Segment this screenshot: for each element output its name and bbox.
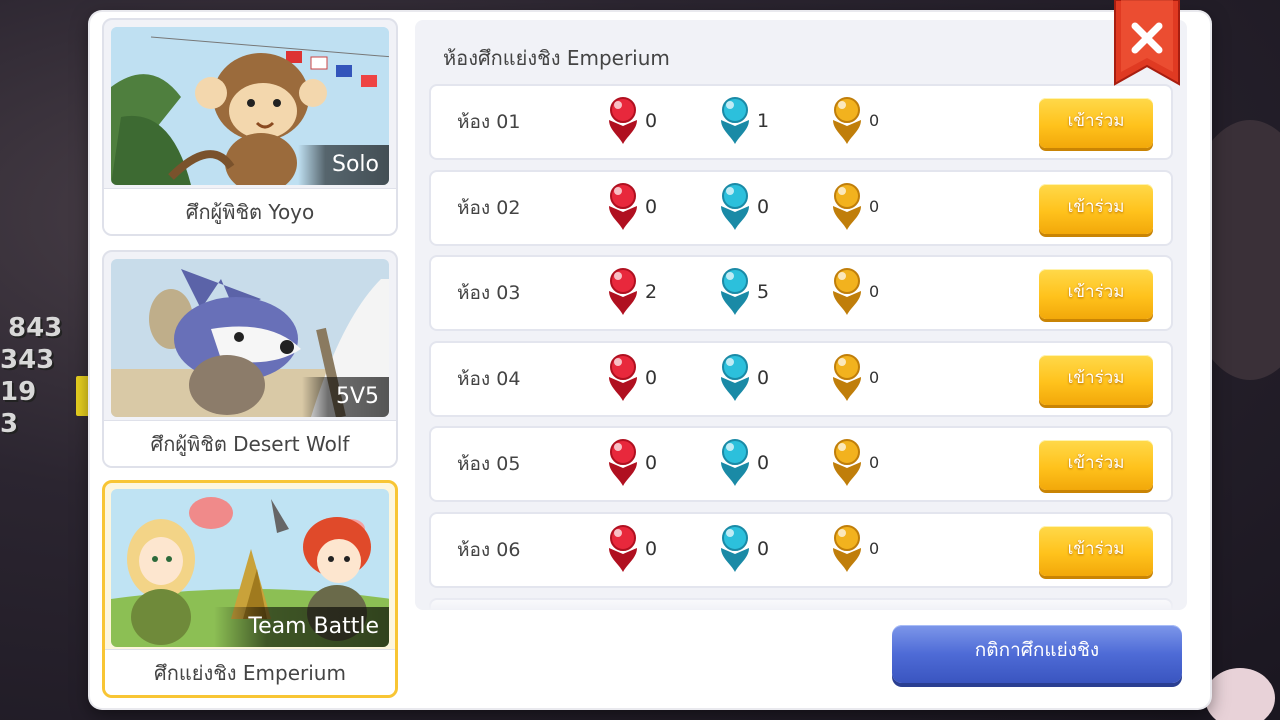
hud-number: 19 [0, 377, 37, 407]
gold-pin-icon [833, 439, 861, 487]
blue-pin-icon [721, 268, 749, 316]
mode-tag: Team Battle [214, 607, 389, 647]
blue-team-count: 0 [757, 452, 770, 475]
gold-team-count: 0 [869, 539, 880, 558]
mode-label: ศึกผู้พิชิต Desert Wolf [104, 420, 396, 466]
red-team-count: 0 [645, 110, 658, 132]
join-button[interactable]: เข้าร่วม [1039, 354, 1153, 405]
blue-team-count: 0 [757, 538, 770, 560]
mode-tag: Solo [298, 145, 389, 185]
join-button[interactable]: เข้าร่วม [1039, 526, 1153, 576]
red-pin-icon [609, 439, 637, 487]
gold-pin-icon [833, 268, 861, 316]
red-pin-icon [609, 182, 637, 230]
room-row: ห้อง 01 0 1 0 เข้าร่วม [429, 84, 1173, 160]
room-name: ห้อง 03 [457, 282, 521, 305]
close-button[interactable] [1113, 0, 1181, 86]
room-row: ห้อง 03 2 5 0 เข้าร่วม [429, 255, 1173, 332]
hud-number: 843 [8, 313, 63, 343]
red-pin-icon [609, 525, 637, 572]
red-team-count: 0 [645, 366, 658, 389]
blue-team-count: 0 [757, 366, 770, 389]
room-name: ห้อง 04 [457, 367, 521, 390]
hud-number: 3 [0, 409, 19, 439]
blue-pin-icon [721, 525, 749, 572]
panel-title: ห้องศึกแย่งชิง Emperium [443, 46, 670, 70]
room-panel: ห้องศึกแย่งชิง Emperium ห้อง 01 0 1 0 เข้าร่… [415, 20, 1187, 610]
mode-tag: 5V5 [301, 377, 389, 417]
blue-team-count: 5 [757, 281, 770, 304]
red-team-count: 2 [645, 281, 658, 304]
battle-dialog: Solo ศึกผู้พิชิต Yoyo 5V5 ศึกผู้พิชิต De… [90, 0, 1210, 708]
room-name: ห้อง 01 [457, 111, 521, 133]
rules-button[interactable]: กติกาศึกแย่งชิง [892, 625, 1182, 683]
mode-card-yoyo[interactable]: Solo ศึกผู้พิชิต Yoyo [102, 18, 398, 236]
room-row: ห้อง 05 0 0 0 เข้าร่วม [429, 426, 1173, 503]
room-name: ห้อง 05 [457, 453, 521, 476]
gold-team-count: 0 [869, 367, 880, 387]
gold-team-count: 0 [869, 282, 880, 302]
gold-team-count: 0 [869, 453, 880, 473]
red-team-count: 0 [645, 195, 658, 218]
red-pin-icon [609, 268, 637, 316]
red-pin-icon [609, 353, 637, 401]
close-icon [1114, 0, 1180, 86]
list-fade [429, 592, 1173, 610]
gold-team-count: 0 [869, 111, 880, 130]
background-creature [1205, 668, 1275, 720]
gold-team-count: 0 [869, 196, 880, 216]
mode-art-emperium: Team Battle [111, 489, 389, 647]
room-row: ห้อง 06 0 0 0 เข้าร่วม [429, 512, 1173, 588]
hud-number: 343 [0, 345, 55, 375]
gold-pin-icon [833, 97, 861, 144]
room-list[interactable]: ห้อง 01 0 1 0 เข้าร่วม ห้อง 02 0 0 0 เข้าร่วม ห้อง… [429, 76, 1173, 610]
mode-card-desert-wolf[interactable]: 5V5 ศึกผู้พิชิต Desert Wolf [102, 250, 398, 468]
blue-team-count: 1 [757, 110, 770, 132]
join-button[interactable]: เข้าร่วม [1039, 440, 1153, 491]
mode-card-emperium[interactable]: Team Battle ศึกแย่งชิง Emperium [102, 480, 398, 698]
join-button[interactable]: เข้าร่วม [1039, 269, 1153, 320]
background-hud-bar [76, 376, 90, 416]
red-team-count: 0 [645, 538, 658, 560]
background-hud-numbers: 843 343 19 3 [0, 312, 62, 440]
mode-label: ศึกผู้พิชิต Yoyo [104, 188, 396, 234]
red-pin-icon [609, 97, 637, 144]
blue-pin-icon [721, 353, 749, 401]
join-button[interactable]: เข้าร่วม [1039, 98, 1153, 148]
blue-pin-icon [721, 97, 749, 144]
red-team-count: 0 [645, 452, 658, 475]
room-row: ห้อง 04 0 0 0 เข้าร่วม [429, 340, 1173, 417]
mode-label: ศึกแย่งชิง Emperium [105, 649, 395, 695]
mode-art-yoyo: Solo [111, 27, 389, 185]
mode-art-desert-wolf: 5V5 [111, 259, 389, 417]
gold-pin-icon [833, 525, 861, 572]
blue-pin-icon [721, 182, 749, 230]
join-button[interactable]: เข้าร่วม [1039, 183, 1153, 234]
room-name: ห้อง 06 [457, 539, 521, 561]
gold-pin-icon [833, 353, 861, 401]
blue-pin-icon [721, 439, 749, 487]
room-row: ห้อง 02 0 0 0 เข้าร่วม [429, 169, 1173, 246]
gold-pin-icon [833, 182, 861, 230]
blue-team-count: 0 [757, 195, 770, 218]
room-name: ห้อง 02 [457, 196, 521, 219]
